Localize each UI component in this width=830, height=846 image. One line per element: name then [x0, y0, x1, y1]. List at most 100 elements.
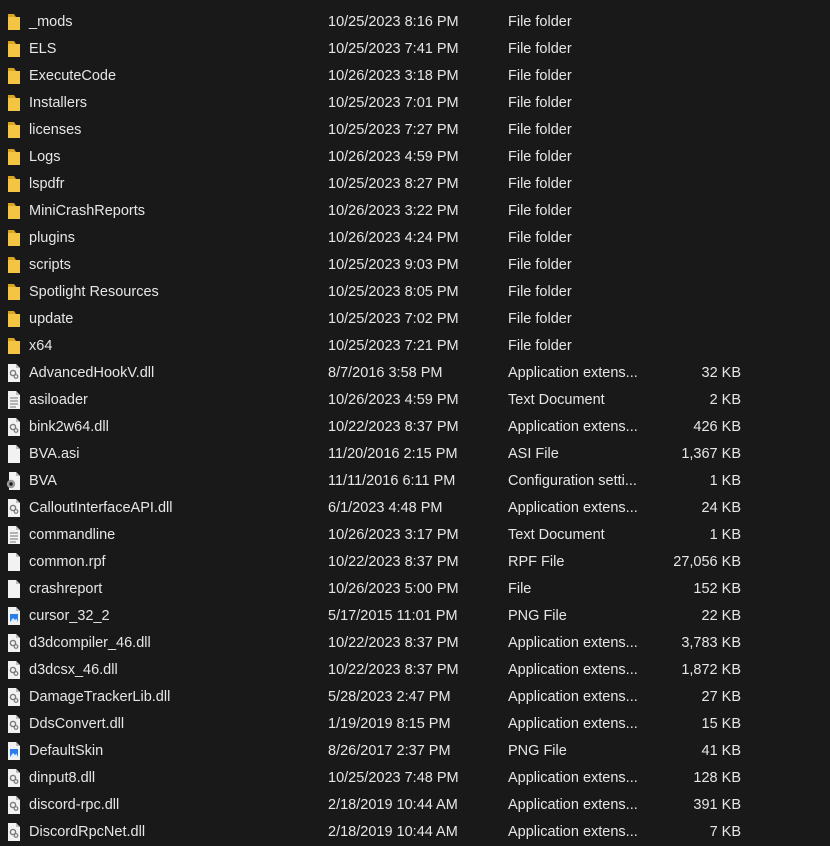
file-size: 24 KB — [701, 500, 742, 516]
file-name: crashreport — [29, 581, 103, 597]
file-date-modified: 10/25/2023 7:21 PM — [328, 338, 459, 354]
folder-icon — [5, 282, 23, 302]
file-date-modified: 2/18/2019 10:44 AM — [328, 824, 458, 840]
file-row[interactable]: scripts 10/25/2023 9:03 PM File folder — [0, 252, 830, 279]
dll-file-icon — [5, 768, 23, 788]
file-row[interactable]: asiloader 10/26/2023 4:59 PM Text Docume… — [0, 387, 830, 414]
file-date-modified: 10/22/2023 8:37 PM — [328, 662, 459, 678]
file-date-modified: 10/25/2023 8:05 PM — [328, 284, 459, 300]
file-size: 1 KB — [709, 473, 741, 489]
file-date-modified: 10/26/2023 3:17 PM — [328, 527, 459, 543]
file-date-modified: 11/11/2016 6:11 PM — [328, 473, 456, 489]
dll-file-icon — [5, 822, 23, 842]
file-name: commandline — [29, 527, 116, 543]
file-row[interactable]: BVA 11/11/2016 6:11 PM Configuration set… — [0, 468, 830, 495]
file-type: File folder — [508, 311, 572, 327]
file-date-modified: 10/26/2023 4:59 PM — [328, 392, 459, 408]
file-type: Application extens... — [508, 797, 638, 813]
file-type: Application extens... — [508, 635, 638, 651]
file-name: scripts — [29, 257, 71, 273]
folder-icon — [5, 12, 23, 32]
file-row[interactable]: licenses 10/25/2023 7:27 PM File folder — [0, 117, 830, 144]
file-type: Application extens... — [508, 824, 638, 840]
file-row[interactable]: lspdfr 10/25/2023 8:27 PM File folder — [0, 171, 830, 198]
file-type: File folder — [508, 257, 572, 273]
file-name: dinput8.dll — [29, 770, 96, 786]
file-row[interactable]: update 10/25/2023 7:02 PM File folder — [0, 306, 830, 333]
file-type: PNG File — [508, 608, 567, 624]
file-row[interactable]: discord-rpc.dll 2/18/2019 10:44 AM Appli… — [0, 792, 830, 819]
file-row[interactable]: CalloutInterfaceAPI.dll 6/1/2023 4:48 PM… — [0, 495, 830, 522]
file-date-modified: 10/26/2023 4:24 PM — [328, 230, 459, 246]
file-row[interactable]: d3dcsx_46.dll 10/22/2023 8:37 PM Applica… — [0, 657, 830, 684]
file-row[interactable]: common.rpf 10/22/2023 8:37 PM RPF File 2… — [0, 549, 830, 576]
file-row[interactable]: commandline 10/26/2023 3:17 PM Text Docu… — [0, 522, 830, 549]
file-name: discord-rpc.dll — [29, 797, 120, 813]
file-name: DamageTrackerLib.dll — [29, 689, 171, 705]
file-size: 27,056 KB — [673, 554, 741, 570]
file-name: ELS — [29, 41, 57, 57]
file-row[interactable]: ELS 10/25/2023 7:41 PM File folder — [0, 36, 830, 63]
file-type: Text Document — [508, 392, 605, 408]
file-name: update — [29, 311, 74, 327]
dll-file-icon — [5, 633, 23, 653]
file-row[interactable]: DamageTrackerLib.dll 5/28/2023 2:47 PM A… — [0, 684, 830, 711]
file-date-modified: 10/25/2023 7:02 PM — [328, 311, 459, 327]
folder-icon — [5, 66, 23, 86]
file-type: PNG File — [508, 743, 567, 759]
file-size: 128 KB — [693, 770, 741, 786]
file-name: MiniCrashReports — [29, 203, 146, 219]
file-type: File folder — [508, 14, 572, 30]
file-name: lspdfr — [29, 176, 65, 192]
file-size: 2 KB — [709, 392, 741, 408]
folder-icon — [5, 228, 23, 248]
file-type: Configuration setti... — [508, 473, 637, 489]
file-name: DefaultSkin — [29, 743, 104, 759]
file-type: ASI File — [508, 446, 559, 462]
folder-icon — [5, 93, 23, 113]
file-row[interactable]: crashreport 10/26/2023 5:00 PM File 152 … — [0, 576, 830, 603]
file-name: x64 — [29, 338, 53, 354]
file-type: File folder — [508, 284, 572, 300]
file-date-modified: 10/26/2023 5:00 PM — [328, 581, 459, 597]
file-name: Logs — [29, 149, 61, 165]
file-type: Application extens... — [508, 500, 638, 516]
file-date-modified: 10/22/2023 8:37 PM — [328, 554, 459, 570]
png-image-icon — [5, 606, 23, 626]
file-name: d3dcsx_46.dll — [29, 662, 118, 678]
file-row[interactable]: plugins 10/26/2023 4:24 PM File folder — [0, 225, 830, 252]
file-row[interactable]: DiscordRpcNet.dll 2/18/2019 10:44 AM App… — [0, 819, 830, 846]
file-row[interactable]: x64 10/25/2023 7:21 PM File folder — [0, 333, 830, 360]
file-row[interactable]: BVA.asi 11/20/2016 2:15 PM ASI File 1,36… — [0, 441, 830, 468]
file-size: 1,872 KB — [681, 662, 741, 678]
file-name: BVA — [29, 473, 57, 489]
file-name: cursor_32_2 — [29, 608, 110, 624]
file-row[interactable]: AdvancedHookV.dll 8/7/2016 3:58 PM Appli… — [0, 360, 830, 387]
file-name: plugins — [29, 230, 75, 246]
folder-icon — [5, 120, 23, 140]
file-type: File folder — [508, 95, 572, 111]
file-row[interactable]: Logs 10/26/2023 4:59 PM File folder — [0, 144, 830, 171]
file-row[interactable]: _mods 10/25/2023 8:16 PM File folder — [0, 9, 830, 36]
file-type: Application extens... — [508, 689, 638, 705]
file-date-modified: 5/28/2023 2:47 PM — [328, 689, 451, 705]
file-date-modified: 11/20/2016 2:15 PM — [328, 446, 458, 462]
file-row[interactable]: MiniCrashReports 10/26/2023 3:22 PM File… — [0, 198, 830, 225]
file-size: 41 KB — [701, 743, 742, 759]
file-row[interactable]: Spotlight Resources 10/25/2023 8:05 PM F… — [0, 279, 830, 306]
file-row[interactable]: dinput8.dll 10/25/2023 7:48 PM Applicati… — [0, 765, 830, 792]
png-image-icon — [5, 741, 23, 761]
file-row[interactable]: ExecuteCode 10/26/2023 3:18 PM File fold… — [0, 63, 830, 90]
file-row[interactable]: bink2w64.dll 10/22/2023 8:37 PM Applicat… — [0, 414, 830, 441]
file-row[interactable]: DdsConvert.dll 1/19/2019 8:15 PM Applica… — [0, 711, 830, 738]
file-row[interactable]: DefaultSkin 8/26/2017 2:37 PM PNG File 4… — [0, 738, 830, 765]
file-row[interactable]: Installers 10/25/2023 7:01 PM File folde… — [0, 90, 830, 117]
file-size: 391 KB — [693, 797, 741, 813]
folder-icon — [5, 39, 23, 59]
file-row[interactable]: d3dcompiler_46.dll 10/22/2023 8:37 PM Ap… — [0, 630, 830, 657]
file-name: DiscordRpcNet.dll — [29, 824, 146, 840]
file-row[interactable]: cursor_32_2 5/17/2015 11:01 PM PNG File … — [0, 603, 830, 630]
file-size: 22 KB — [701, 608, 742, 624]
file-name: _mods — [29, 14, 73, 30]
file-date-modified: 10/22/2023 8:37 PM — [328, 635, 459, 651]
